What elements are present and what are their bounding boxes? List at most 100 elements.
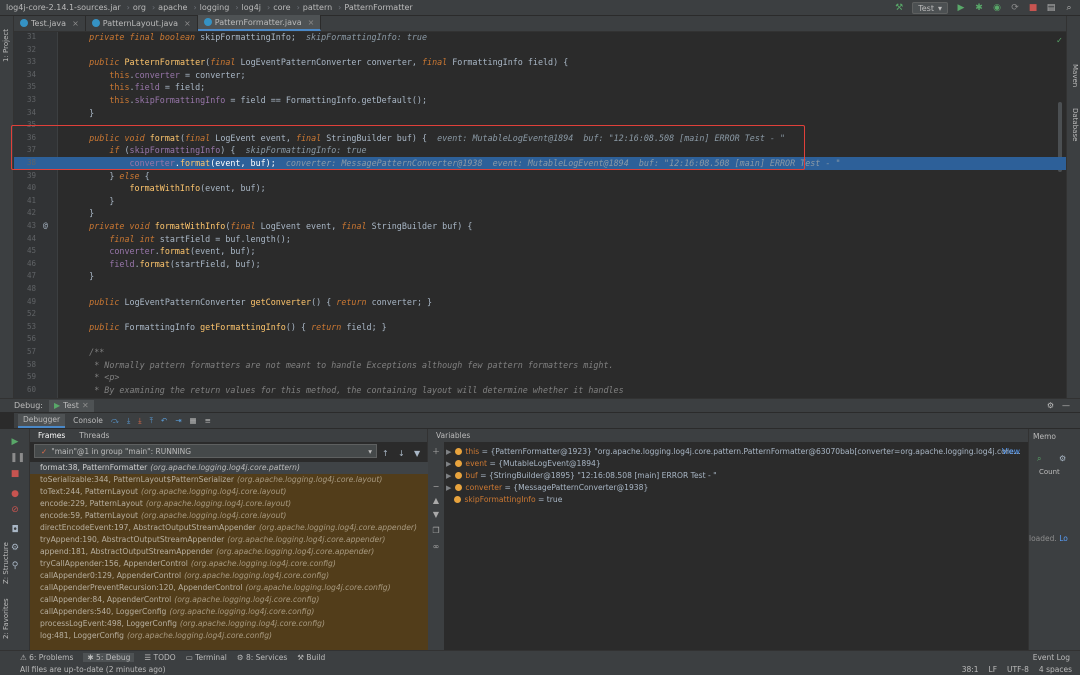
tab-console[interactable]: Console bbox=[73, 416, 103, 425]
variable-row[interactable]: ▶ this = {PatternFormatter@1923} "org.apa… bbox=[446, 446, 1026, 458]
layout-icon[interactable]: ≡ bbox=[205, 416, 211, 425]
breadcrumb-item[interactable]: core bbox=[273, 3, 290, 12]
tab-test[interactable]: Test.java × bbox=[14, 15, 86, 31]
view-link[interactable]: View bbox=[1002, 446, 1020, 458]
profile-icon[interactable]: ⟳ bbox=[1010, 3, 1020, 13]
stack-frame[interactable]: tryAppend:190, AbstractOutputStreamAppen… bbox=[30, 534, 428, 546]
up-arrow-icon[interactable]: ↑ bbox=[382, 449, 389, 458]
step-into-icon[interactable]: ⤓ bbox=[127, 416, 130, 426]
stack-frame[interactable]: callAppenders:540, LoggerConfig (org.apac… bbox=[30, 606, 428, 618]
line-separator[interactable]: LF bbox=[989, 665, 998, 674]
variable-row[interactable]: ▶ converter = {MessagePatternConverter@19… bbox=[446, 482, 1026, 494]
view-breakpoints-icon[interactable]: ● bbox=[10, 489, 20, 499]
tool-tab-terminal[interactable]: ▭ Terminal bbox=[186, 653, 227, 662]
move-down-icon[interactable]: ▼ bbox=[431, 510, 441, 520]
settings-icon[interactable]: ⚙ bbox=[10, 543, 20, 553]
project-tool-tab[interactable]: 1: Project bbox=[2, 29, 10, 62]
maven-tool-tab[interactable]: Maven bbox=[1071, 64, 1079, 87]
stack-frame[interactable]: encode:59, PatternLayout (org.apache.logg… bbox=[30, 510, 428, 522]
debug-icon[interactable]: ✱ bbox=[974, 3, 984, 13]
override-icon[interactable]: @ bbox=[43, 221, 48, 230]
close-icon[interactable]: ✕ bbox=[82, 401, 89, 410]
search-icon[interactable]: ⌕ bbox=[1064, 3, 1074, 13]
camera-icon[interactable]: ◘ bbox=[10, 525, 20, 535]
code-editor[interactable]: ✓ 31 private final boolean skipFormattin… bbox=[14, 32, 1066, 398]
chevron-right-icon[interactable]: ▶ bbox=[446, 460, 451, 468]
build-icon[interactable]: ⚒ bbox=[894, 3, 904, 13]
memory-tab[interactable]: Memo bbox=[1033, 432, 1056, 441]
drop-frame-icon[interactable]: ↶ bbox=[161, 416, 167, 425]
remove-watch-icon[interactable]: − bbox=[431, 482, 441, 492]
minimize-icon[interactable]: — bbox=[1062, 401, 1070, 410]
tool-tab-todo[interactable]: ☰ TODO bbox=[144, 653, 175, 662]
file-encoding[interactable]: UTF-8 bbox=[1007, 665, 1029, 674]
variable-row[interactable]: skipFormattingInfo = true bbox=[446, 494, 1026, 506]
tab-threads[interactable]: Threads bbox=[79, 431, 109, 440]
resume-icon[interactable]: ▶ bbox=[10, 437, 20, 447]
tab-debugger[interactable]: Debugger bbox=[18, 413, 66, 428]
stop-icon[interactable]: ■ bbox=[1028, 3, 1038, 13]
tool-tab-services[interactable]: ⚙ 8: Services bbox=[237, 653, 287, 662]
stop-icon[interactable]: ■ bbox=[10, 469, 20, 479]
chevron-right-icon[interactable]: ▶ bbox=[446, 472, 451, 480]
copy-icon[interactable]: ❐ bbox=[431, 526, 441, 536]
evaluate-icon[interactable]: ▦ bbox=[190, 416, 197, 425]
close-icon[interactable]: × bbox=[308, 18, 315, 27]
vcs-icon[interactable]: ▤ bbox=[1046, 3, 1056, 13]
tab-patternformatter[interactable]: PatternFormatter.java × bbox=[197, 15, 322, 31]
tab-patternlayout[interactable]: PatternLayout.java × bbox=[86, 15, 198, 31]
breadcrumb-item[interactable]: pattern bbox=[303, 3, 332, 12]
stack-frame[interactable]: callAppenderPreventRecursion:120, Append… bbox=[30, 582, 428, 594]
gear-icon[interactable]: ⚙ bbox=[1047, 401, 1054, 410]
variable-row[interactable]: ▶ event = {MutableLogEvent@1894} bbox=[446, 458, 1026, 470]
gear-icon[interactable]: ⚙ bbox=[1059, 454, 1066, 463]
pin-icon[interactable]: ⚲ bbox=[10, 561, 20, 571]
run-config-selector[interactable]: Test ▾ bbox=[912, 2, 948, 14]
breadcrumb-item[interactable]: org bbox=[133, 3, 146, 12]
stack-frame[interactable]: toSerializable:344, PatternLayout$Patter… bbox=[30, 474, 428, 486]
stack-frame[interactable]: append:181, AbstractOutputStreamAppender… bbox=[30, 546, 428, 558]
stack-frame[interactable]: processLogEvent:498, LoggerConfig (org.ap… bbox=[30, 618, 428, 630]
stack-frame[interactable]: directEncodeEvent:197, AbstractOutputStr… bbox=[30, 522, 428, 534]
stack-frame[interactable]: encode:229, PatternLayout (org.apache.log… bbox=[30, 498, 428, 510]
breadcrumb-item[interactable]: PatternFormatter bbox=[344, 3, 412, 12]
event-log-button[interactable]: Event Log bbox=[1033, 653, 1070, 662]
breadcrumb-item[interactable]: logging bbox=[200, 3, 230, 12]
stack-frame[interactable]: callAppender0:129, AppenderControl (org.a… bbox=[30, 570, 428, 582]
coverage-icon[interactable]: ◉ bbox=[992, 3, 1002, 13]
down-arrow-icon[interactable]: ↓ bbox=[398, 449, 405, 458]
stack-frame[interactable]: tryCallAppender:156, AppenderControl (org… bbox=[30, 558, 428, 570]
breadcrumb-item[interactable]: log4j bbox=[242, 3, 262, 12]
variable-row[interactable]: ▶ buf = {StringBuilder@1895} "12:16:08.50… bbox=[446, 470, 1026, 482]
indent-setting[interactable]: 4 spaces bbox=[1039, 665, 1072, 674]
move-up-icon[interactable]: ▲ bbox=[431, 496, 441, 506]
database-tool-tab[interactable]: Database bbox=[1071, 108, 1079, 141]
breadcrumb-item[interactable]: apache bbox=[158, 3, 187, 12]
force-step-into-icon[interactable]: ⤓ bbox=[138, 416, 141, 426]
chevron-right-icon[interactable]: ▶ bbox=[446, 448, 451, 456]
tool-tab-problems[interactable]: ⚠ 6: Problems bbox=[20, 653, 73, 662]
caret-position[interactable]: 38:1 bbox=[962, 665, 979, 674]
structure-tool-tab[interactable]: Z: Structure bbox=[2, 542, 10, 584]
tool-tab-debug[interactable]: ✱ 5: Debug bbox=[83, 652, 135, 662]
tool-tab-build[interactable]: ⚒ Build bbox=[297, 653, 325, 662]
debug-session-tab[interactable]: ▶ Test ✕ bbox=[49, 399, 94, 412]
close-icon[interactable]: × bbox=[72, 19, 79, 28]
mute-breakpoints-icon[interactable]: ⊘ bbox=[10, 505, 20, 515]
tab-frames[interactable]: Frames bbox=[38, 431, 65, 440]
step-out-icon[interactable]: ⤒ bbox=[150, 416, 153, 426]
pause-icon[interactable]: ❚❚ bbox=[10, 453, 25, 463]
chevron-right-icon[interactable]: ▶ bbox=[446, 484, 451, 492]
filter-icon[interactable]: ▼ bbox=[414, 449, 420, 458]
load-link[interactable]: Lo bbox=[1059, 534, 1068, 543]
breadcrumb-item[interactable]: log4j-core-2.14.1-sources.jar bbox=[6, 3, 121, 12]
search-icon[interactable]: ⌕ bbox=[1037, 454, 1041, 464]
run-to-cursor-icon[interactable]: ⇥ bbox=[175, 416, 181, 425]
stack-frame[interactable]: log:481, LoggerConfig (org.apache.logging… bbox=[30, 630, 428, 642]
stack-frame[interactable]: toText:244, PatternLayout (org.apache.log… bbox=[30, 486, 428, 498]
thread-selector[interactable]: ✓ "main"@1 in group "main": RUNNING ▾ bbox=[34, 444, 377, 458]
glasses-icon[interactable]: ∞ bbox=[431, 542, 441, 552]
favorites-tool-tab[interactable]: 2: Favorites bbox=[2, 598, 10, 639]
stack-frame[interactable]: format:38, PatternFormatter (org.apache.l… bbox=[30, 462, 428, 474]
close-icon[interactable]: × bbox=[184, 19, 191, 28]
